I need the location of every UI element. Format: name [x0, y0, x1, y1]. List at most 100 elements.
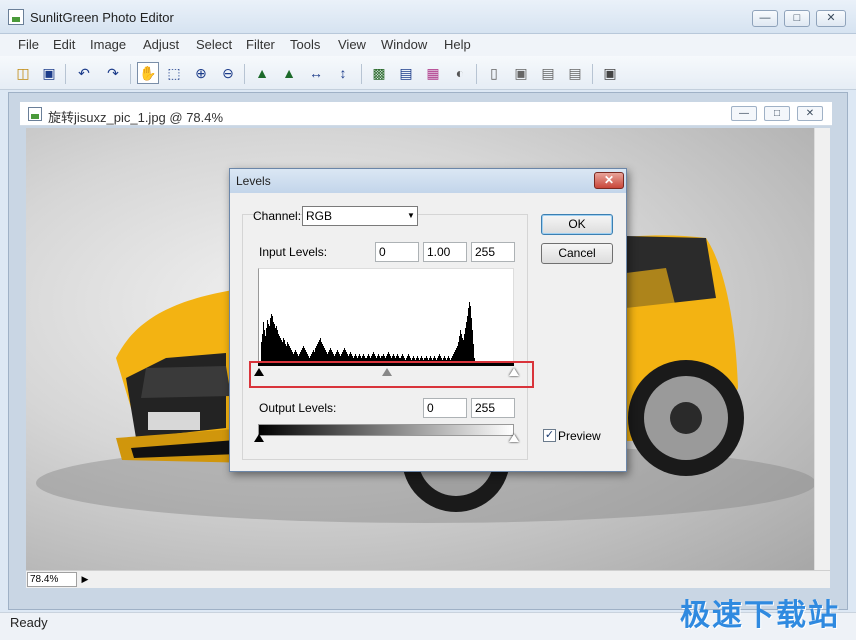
vertical-scrollbar[interactable] [814, 128, 830, 570]
output-black-field[interactable]: 0 [423, 398, 467, 418]
zoom-out-icon[interactable]: ⊖ [218, 63, 238, 83]
histogram-bar [466, 322, 467, 364]
histogram-bar [267, 320, 268, 364]
fullscreen-icon[interactable]: ▣ [600, 63, 620, 83]
histogram-bar [266, 328, 267, 364]
hand-tool-icon[interactable]: ✋ [137, 62, 159, 84]
menu-image[interactable]: Image [90, 37, 126, 52]
flip-vertical-icon[interactable]: ▲ [279, 63, 299, 83]
ok-button[interactable]: OK [541, 214, 613, 235]
zoom-arrow-icon[interactable]: ▶ [79, 572, 91, 587]
histogram-bar [274, 324, 275, 364]
rect-select-icon[interactable]: ⬚ [164, 63, 184, 83]
resize-width-icon[interactable]: ↔ [306, 63, 326, 83]
toolbar-separator [476, 64, 477, 84]
histogram-bar [272, 316, 273, 364]
cancel-button[interactable]: Cancel [541, 243, 613, 264]
histogram-bar [467, 316, 468, 364]
redo-icon[interactable]: ↷ [103, 63, 123, 83]
dialog-close-button[interactable]: ✕ [594, 172, 624, 189]
watermark-logo: 极速下载站 [680, 599, 840, 632]
doc-restore-button[interactable]: □ [764, 106, 790, 121]
chevron-down-icon[interactable]: ▼ [404, 206, 418, 226]
input-gamma-field[interactable]: 1.00 [423, 242, 467, 262]
flip-horizontal-icon[interactable]: ▲ [252, 63, 272, 83]
output-black-slider[interactable] [254, 434, 264, 442]
histogram-bar [275, 328, 276, 364]
histogram-bar [277, 330, 278, 364]
curves-icon[interactable]: ▤ [396, 63, 416, 83]
toolbar-separator [130, 64, 131, 84]
page-setup-icon[interactable]: ▯ [484, 63, 504, 83]
color-balance-icon[interactable]: ▦ [423, 63, 443, 83]
histogram-bar [468, 308, 469, 364]
histogram-bar [262, 334, 263, 364]
menu-file[interactable]: File [18, 37, 39, 52]
dialog-titlebar [230, 169, 626, 193]
histogram-bar [470, 306, 471, 364]
histogram-bar [460, 330, 461, 364]
undo-icon[interactable]: ↶ [74, 63, 94, 83]
histogram-bar [471, 318, 472, 364]
document-title: 旋转jisuxz_pic_1.jpg @ 78.4% [48, 110, 224, 125]
histogram-bar [464, 334, 465, 364]
horizontal-scrollbar[interactable] [92, 572, 814, 587]
menu-view[interactable]: View [338, 37, 366, 52]
histogram-bar [270, 318, 271, 364]
histogram-bar [469, 302, 470, 364]
histogram-bar [459, 336, 460, 364]
app-title: SunlitGreen Photo Editor [30, 10, 174, 25]
menu-window[interactable]: Window [381, 37, 427, 52]
histogram-bar [279, 336, 280, 364]
channel-select[interactable]: RGB [302, 206, 418, 226]
highlight-box [249, 361, 534, 388]
portrait-icon[interactable]: ▣ [511, 63, 531, 83]
toolbar-separator [244, 64, 245, 84]
histogram-bar [263, 322, 264, 364]
input-black-field[interactable]: 0 [375, 242, 419, 262]
menu-help[interactable]: Help [444, 37, 471, 52]
app-icon [8, 9, 24, 25]
dialog-title: Levels [236, 174, 271, 188]
output-white-slider[interactable] [509, 434, 519, 442]
doc-close-button[interactable]: ✕ [797, 106, 823, 121]
resize-height-icon[interactable]: ↕ [333, 63, 353, 83]
doc-minimize-button[interactable]: — [731, 106, 757, 121]
save-icon[interactable]: ▣ [39, 63, 59, 83]
minimize-button[interactable]: — [752, 10, 778, 27]
channel-label: Channel: [253, 209, 302, 223]
histogram-bar [268, 324, 269, 364]
brightness-icon[interactable]: ◐ [450, 63, 470, 83]
toolbar-separator [361, 64, 362, 84]
levels-icon[interactable]: ▩ [369, 63, 389, 83]
menu-adjust[interactable]: Adjust [143, 37, 179, 52]
close-button[interactable]: ✕ [816, 10, 846, 27]
zoom-in-icon[interactable]: ⊕ [191, 63, 211, 83]
histogram-bar [271, 314, 272, 364]
preview-label: Preview [558, 429, 601, 443]
menu-select[interactable]: Select [196, 37, 232, 52]
menu-filter[interactable]: Filter [246, 37, 275, 52]
histogram-plot [260, 302, 476, 364]
landscape-a-icon[interactable]: ▤ [538, 63, 558, 83]
menubar [0, 34, 856, 56]
input-white-field[interactable]: 255 [471, 242, 515, 262]
histogram-bar [273, 322, 274, 364]
histogram-bar [265, 336, 266, 364]
menu-tools[interactable]: Tools [290, 37, 320, 52]
maximize-button[interactable]: □ [784, 10, 810, 27]
output-gradient-bar [258, 424, 514, 436]
document-icon [28, 107, 42, 121]
histogram [258, 268, 514, 366]
histogram-bar [276, 326, 277, 364]
toolbar-separator [65, 64, 66, 84]
output-white-field[interactable]: 255 [471, 398, 515, 418]
histogram-bar [278, 334, 279, 364]
status-text: Ready [10, 615, 48, 630]
landscape-b-icon[interactable]: ▤ [565, 63, 585, 83]
zoom-field[interactable]: 78.4% [27, 572, 77, 587]
open-folder-icon[interactable]: ◫ [13, 63, 33, 83]
output-levels-label: Output Levels: [259, 401, 337, 415]
preview-checkbox[interactable]: ✓ [543, 429, 556, 442]
menu-edit[interactable]: Edit [53, 37, 75, 52]
